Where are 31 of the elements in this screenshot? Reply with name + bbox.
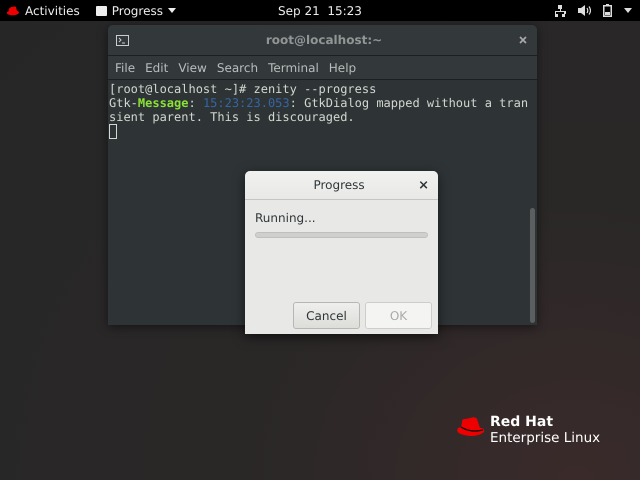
menu-item[interactable]: Help <box>324 60 362 74</box>
activities-button[interactable]: Activities <box>25 4 80 18</box>
menu-item[interactable]: Edit <box>140 60 174 74</box>
logo-subtitle: Enterprise Linux <box>490 430 600 446</box>
scrollbar[interactable] <box>530 208 535 323</box>
menu-item[interactable]: Search <box>212 60 264 74</box>
terminal-line: sient parent. This is discouraged. <box>109 110 356 124</box>
speaker-icon[interactable] <box>578 5 591 16</box>
terminal-line: Gtk-Message: 15:23:23.053: GtkDialog mapped without a tran <box>109 96 527 110</box>
terminal-line: [root@localhost ~]# zenity --progress <box>109 82 378 96</box>
close-icon[interactable] <box>519 36 527 44</box>
window-title: root@localhost:~ <box>264 33 384 47</box>
cursor <box>109 124 117 139</box>
app-menu[interactable]: Progress <box>96 4 176 18</box>
network-icon[interactable] <box>554 4 566 16</box>
battery-icon[interactable] <box>603 4 612 17</box>
caret-icon <box>168 8 176 13</box>
dialog-title: Progress <box>312 178 366 192</box>
hat-icon <box>456 416 486 438</box>
caret-icon[interactable] <box>624 8 632 13</box>
logo-title: Red Hat <box>490 414 554 430</box>
menu-item[interactable]: View <box>173 60 212 74</box>
status-label: Running... <box>255 211 317 225</box>
terminal-icon <box>116 34 129 46</box>
menu-item[interactable]: File <box>110 60 140 74</box>
window-icon <box>96 6 107 16</box>
close-button[interactable]: × <box>418 178 429 192</box>
hat-icon <box>6 6 20 16</box>
menu-item[interactable]: Terminal <box>263 60 324 74</box>
clock[interactable]: Sep 21 15:23 <box>278 4 362 18</box>
dialog-button[interactable]: Cancel <box>293 302 360 329</box>
